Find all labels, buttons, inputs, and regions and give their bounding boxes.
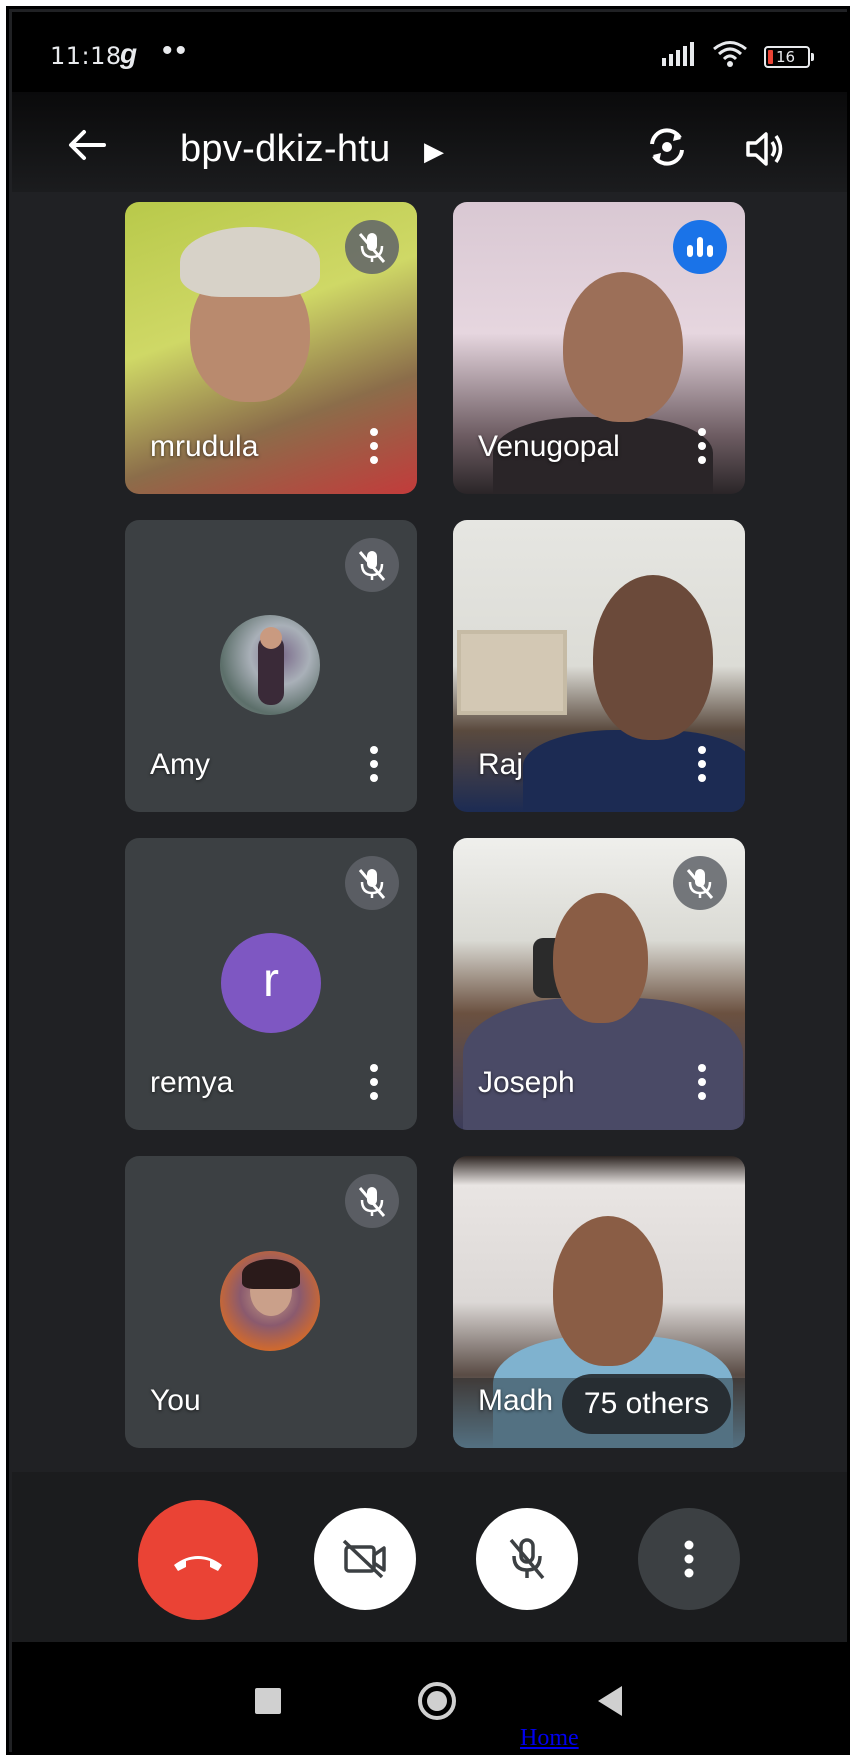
participant-tile-remya[interactable]: r remya: [125, 838, 417, 1130]
participant-tile-mrudula[interactable]: mrudula: [125, 202, 417, 494]
avatar-photo: [220, 1251, 320, 1351]
participant-tile-joseph[interactable]: Joseph: [453, 838, 745, 1130]
more-vert-icon[interactable]: [367, 426, 381, 466]
speaking-indicator-icon: [673, 220, 727, 274]
participant-tile-madh[interactable]: Madh 75 others: [453, 1156, 745, 1448]
video-feed: [457, 630, 567, 715]
home-icon[interactable]: [418, 1682, 456, 1720]
status-bar: 11:18 g •• 16: [12, 12, 847, 92]
more-vert-icon[interactable]: [367, 1062, 381, 1102]
more-vert-icon[interactable]: [695, 744, 709, 784]
avatar-letter: r: [221, 933, 321, 1033]
participant-name: remya: [150, 1066, 234, 1099]
participant-tile-venugopal[interactable]: Venugopal: [453, 202, 745, 494]
battery-level: 16: [776, 48, 796, 66]
g-icon: g: [120, 38, 138, 69]
signal-icon: [662, 42, 694, 66]
others-count-chip[interactable]: 75 others: [561, 1374, 731, 1434]
avatar-photo: [220, 615, 320, 715]
more-notifications-dots: ••: [162, 34, 190, 67]
mic-off-icon: [345, 1174, 399, 1228]
more-vert-icon[interactable]: [695, 1062, 709, 1102]
more-vert-icon: [684, 1540, 694, 1578]
video-feed-face: [593, 575, 713, 740]
meeting-header: bpv-dkiz-htu ▶: [12, 92, 847, 192]
back-icon[interactable]: [598, 1686, 622, 1716]
participant-name: You: [150, 1384, 201, 1417]
mic-off-icon: [673, 856, 727, 910]
mic-off-icon: [345, 856, 399, 910]
back-arrow-icon[interactable]: [64, 122, 110, 168]
battery-icon: 16: [764, 46, 814, 68]
end-call-button[interactable]: [138, 1500, 258, 1620]
switch-camera-icon[interactable]: [642, 122, 692, 172]
more-vert-icon[interactable]: [367, 744, 381, 784]
participant-name: Amy: [150, 748, 210, 781]
more-vert-icon[interactable]: [695, 426, 709, 466]
wifi-icon: [713, 41, 747, 67]
screenshot-frame: 11:18 g •• 16 bpv-dkiz-htu ▶ mrudula Ven…: [6, 6, 850, 1755]
speaker-icon[interactable]: [742, 126, 788, 172]
system-nav-bar: [12, 1642, 847, 1752]
call-controls: [12, 1472, 847, 1642]
participant-name: Venugopal: [478, 430, 620, 463]
end-call-icon: [174, 1556, 222, 1571]
battery-fill: [768, 50, 773, 64]
mic-off-icon: [345, 220, 399, 274]
video-feed-hair: [180, 227, 320, 297]
video-feed-face: [563, 272, 683, 422]
home-link[interactable]: Home: [520, 1725, 579, 1752]
participant-tile-amy[interactable]: Amy: [125, 520, 417, 812]
video-feed-face: [553, 893, 648, 1023]
mic-off-icon: [345, 538, 399, 592]
chevron-right-icon[interactable]: ▶: [424, 136, 444, 167]
mic-toggle-button[interactable]: [476, 1508, 578, 1610]
participant-tile-you[interactable]: You: [125, 1156, 417, 1448]
participant-tile-raj[interactable]: Raj: [453, 520, 745, 812]
more-options-button[interactable]: [638, 1508, 740, 1610]
participant-name: mrudula: [150, 430, 259, 463]
participant-name: Joseph: [478, 1066, 575, 1099]
mic-off-icon: [509, 1538, 545, 1580]
recents-icon[interactable]: [255, 1688, 281, 1714]
video-feed-face: [553, 1216, 663, 1366]
camera-off-icon: [342, 1539, 386, 1579]
phone-screen: 11:18 g •• 16 bpv-dkiz-htu ▶ mrudula Ven…: [12, 12, 847, 1752]
participant-name: Madh: [478, 1384, 554, 1417]
meeting-code[interactable]: bpv-dkiz-htu: [180, 128, 391, 171]
camera-toggle-button[interactable]: [314, 1508, 416, 1610]
status-time: 11:18: [50, 42, 122, 70]
participant-name: Raj: [478, 748, 524, 781]
video-feed-body: [523, 730, 745, 812]
